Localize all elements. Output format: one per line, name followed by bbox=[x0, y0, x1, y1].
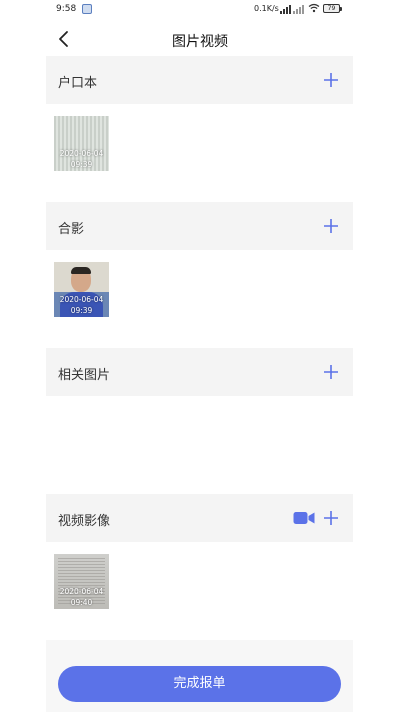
video-thumbnail[interactable]: 2020-06-04 09:40 bbox=[54, 554, 109, 609]
photo-person-hair bbox=[71, 267, 91, 274]
submit-button[interactable]: 完成报单 bbox=[58, 666, 341, 702]
status-time: 9:58 bbox=[56, 4, 77, 14]
thumbnail-time: 09:39 bbox=[70, 306, 93, 315]
network-speed: 0.1K/s bbox=[254, 4, 279, 13]
section-header-household: 户口本 bbox=[46, 56, 353, 104]
section-header-group-photo: 合影 bbox=[46, 202, 353, 250]
thumbnail-time: 09:39 bbox=[70, 160, 93, 169]
photo-thumbnail[interactable]: 2020-06-04 09:39 bbox=[54, 116, 109, 171]
section-title: 合影 bbox=[58, 222, 85, 237]
video-camera-icon[interactable] bbox=[293, 511, 315, 525]
wifi-icon bbox=[308, 3, 320, 13]
section-title: 视频影像 bbox=[58, 514, 111, 529]
thumbnail-date: 2020-06-04 bbox=[59, 149, 104, 158]
photo-thumbnail[interactable]: 2020-06-04 09:39 bbox=[54, 262, 109, 317]
add-button[interactable] bbox=[323, 510, 339, 526]
add-button[interactable] bbox=[323, 72, 339, 88]
section-header-video: 视频影像 bbox=[46, 494, 353, 542]
section-body-household: 2020-06-04 09:39 bbox=[46, 104, 353, 202]
thumbnail-time: 09:40 bbox=[70, 598, 93, 607]
section-header-related-images: 相关图片 bbox=[46, 348, 353, 396]
status-bar: 9:58 0.1K/s 79 bbox=[0, 0, 400, 20]
section-title: 相关图片 bbox=[58, 368, 111, 383]
app-notification-icon bbox=[82, 4, 92, 14]
footer: 完成报单 bbox=[46, 658, 353, 712]
nav-bar: 图片视频 bbox=[0, 22, 400, 58]
signal-icon bbox=[280, 5, 291, 14]
section-body-group-photo: 2020-06-04 09:39 bbox=[46, 250, 353, 348]
page-title: 图片视频 bbox=[172, 34, 228, 50]
section-body-related-images bbox=[46, 396, 353, 494]
section-title: 户口本 bbox=[58, 76, 98, 91]
signal-icon-secondary bbox=[293, 5, 304, 14]
thumbnail-date: 2020-06-04 bbox=[59, 295, 104, 304]
thumbnail-date: 2020-06-04 bbox=[59, 587, 104, 596]
add-button[interactable] bbox=[323, 218, 339, 234]
section-body-video: 2020-06-04 09:40 bbox=[46, 542, 353, 640]
add-button[interactable] bbox=[323, 364, 339, 380]
battery-icon: 79 bbox=[323, 4, 342, 13]
content-panel: 户口本 2020-06-04 09:39 合影 2020-06-04 09:39… bbox=[46, 56, 353, 712]
